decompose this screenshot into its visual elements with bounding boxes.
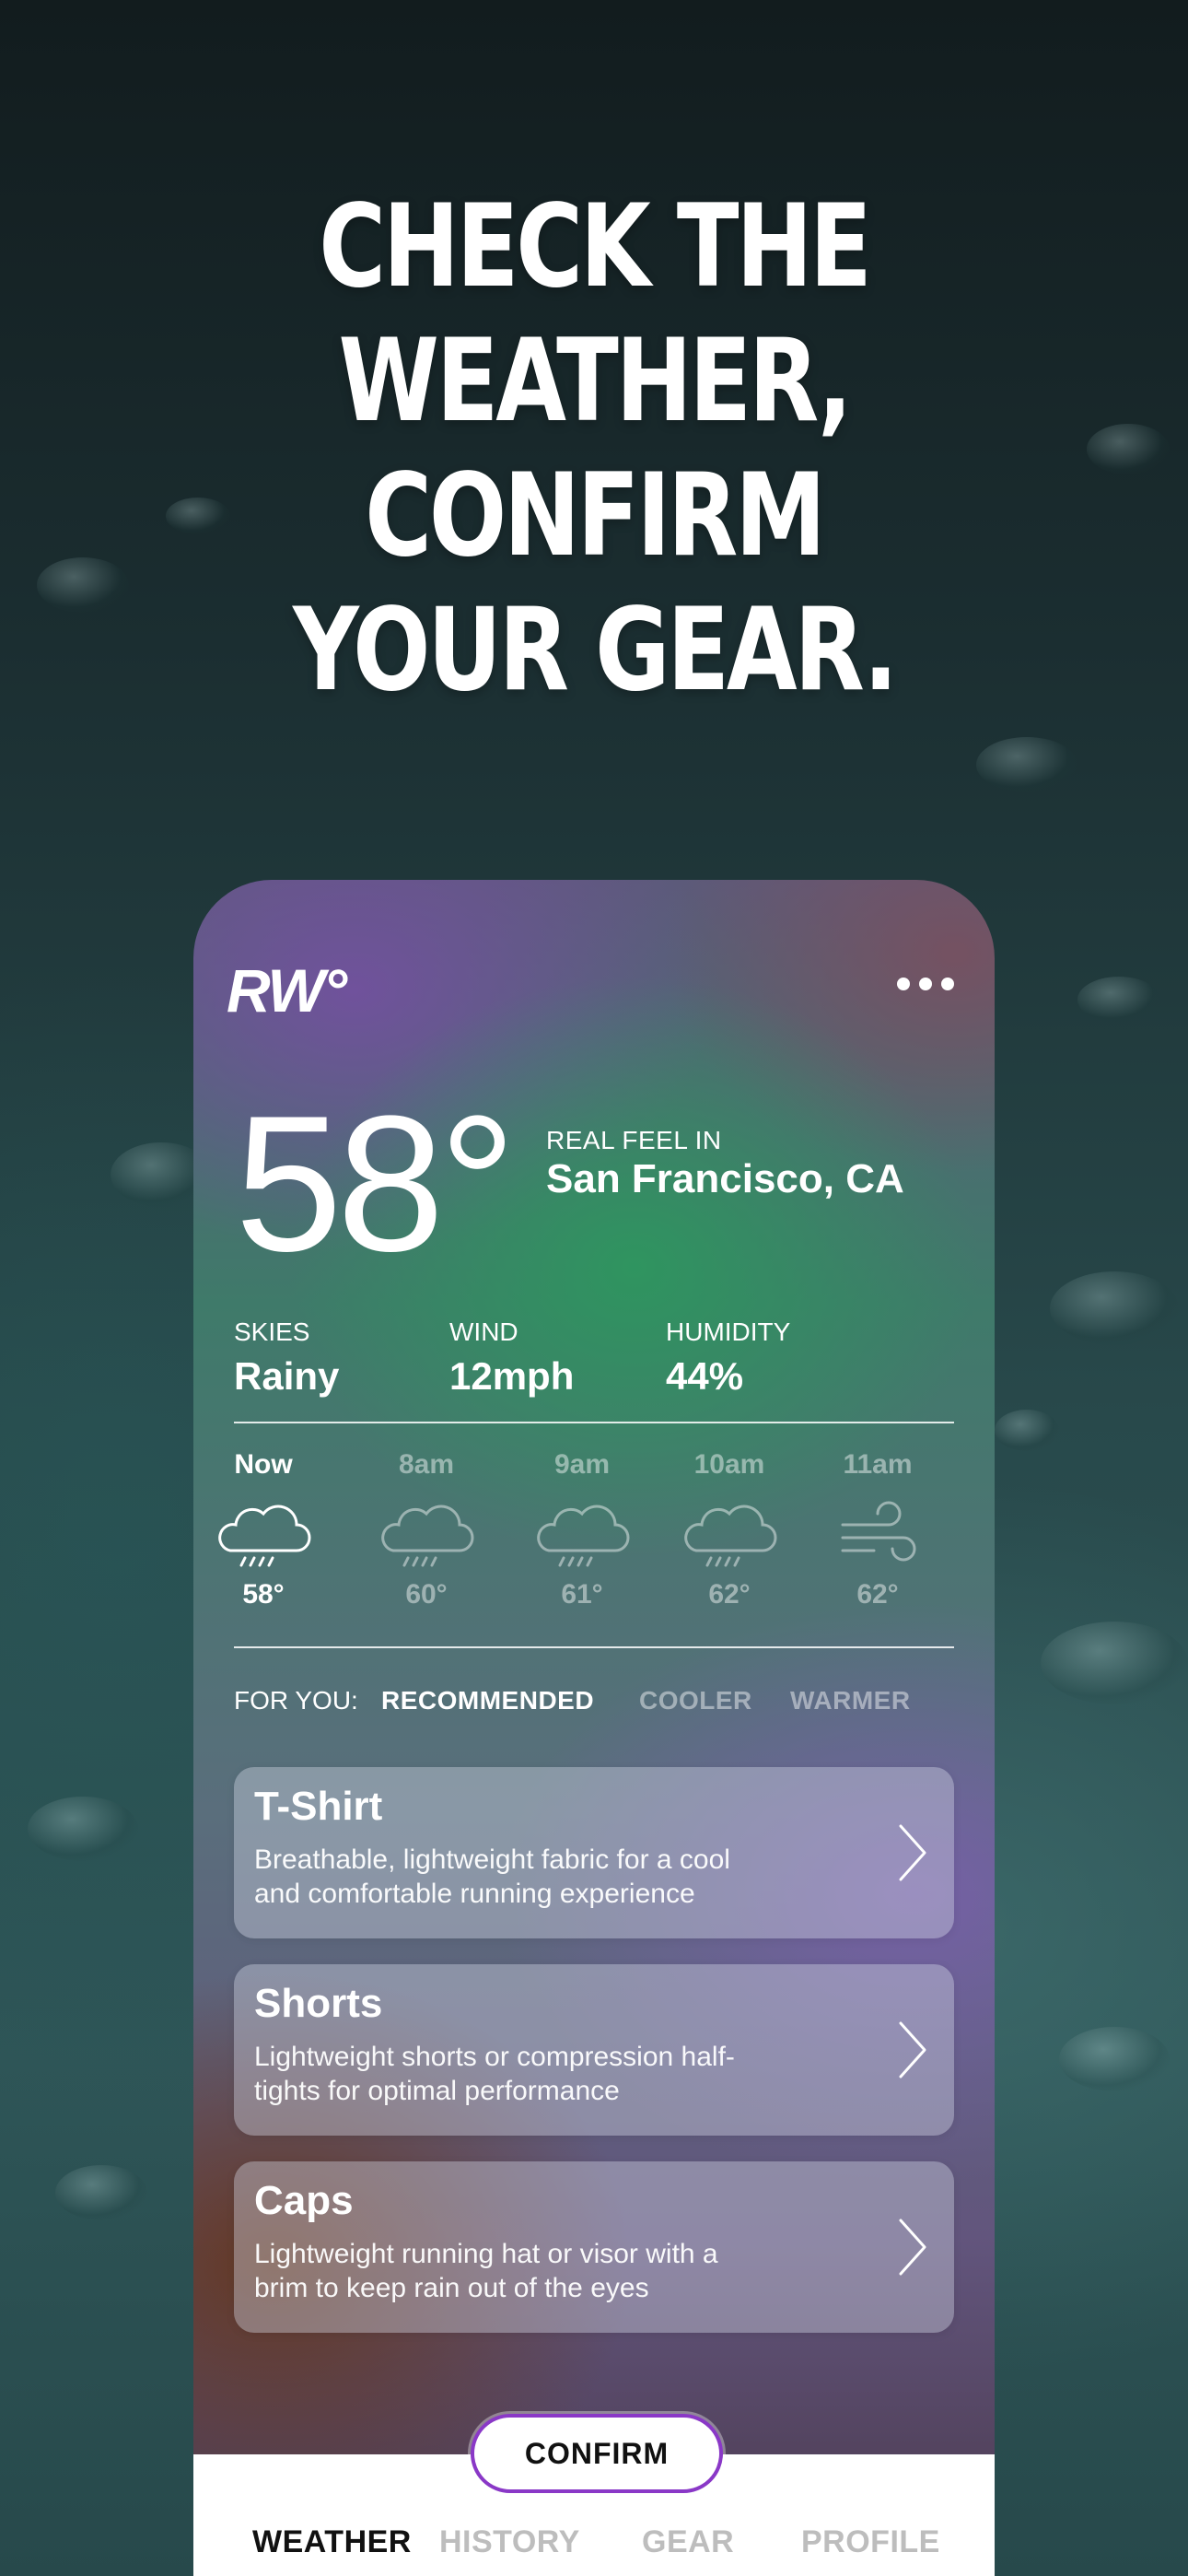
gear-description: Lightweight shorts or compression half- …: [254, 2040, 770, 2108]
hour-time: Now: [234, 1449, 293, 1480]
stat-wind: WIND 12mph: [449, 1317, 574, 1399]
headline-line: YOUR GEAR.: [293, 584, 898, 717]
hero-headline: CHECK THE WEATHER, CONFIRM YOUR GEAR.: [119, 180, 1069, 718]
hour-temp: 58°: [242, 1579, 285, 1610]
rain-cloud-icon: [684, 1505, 777, 1567]
hourly-item-11am[interactable]: 11am 62°: [822, 1449, 933, 1610]
stat-label: WIND: [449, 1317, 518, 1346]
location-name[interactable]: San Francisco, CA: [546, 1156, 904, 1202]
app-logo: RW°: [227, 956, 347, 1025]
headline-line: CONFIRM: [365, 450, 826, 582]
gear-description-line: Lightweight shorts or compression half-: [254, 2042, 735, 2072]
stat-humidity: HUMIDITY 44%: [666, 1317, 790, 1399]
app-screen: RW° 58° REAL FEEL IN San Francisco, CA S…: [193, 880, 995, 2576]
chevron-right-icon: [899, 2021, 926, 2078]
filter-recommended[interactable]: RECOMMENDED: [381, 1686, 594, 1715]
filter-warmer[interactable]: WARMER: [790, 1686, 911, 1715]
hour-time: 8am: [398, 1449, 455, 1480]
gear-title: Shorts: [254, 1981, 383, 2026]
gear-description-line: brim to keep rain out of the eyes: [254, 2273, 649, 2303]
filter-cooler[interactable]: COOLER: [639, 1686, 752, 1715]
wind-icon: [841, 1501, 916, 1562]
gear-title: T-Shirt: [254, 1784, 383, 1829]
hourly-item-now[interactable]: Now 58°: [208, 1449, 319, 1610]
gear-card-caps[interactable]: Caps Lightweight running hat or visor wi…: [234, 2161, 954, 2333]
tab-weather[interactable]: WEATHER: [252, 2524, 412, 2560]
gear-description-line: tights for optimal performance: [254, 2076, 620, 2106]
hourly-item-9am[interactable]: 9am 61°: [527, 1449, 637, 1610]
stat-label: HUMIDITY: [666, 1317, 791, 1346]
chevron-right-icon: [899, 1824, 926, 1881]
stat-value: Rainy: [234, 1354, 340, 1398]
confirm-button[interactable]: CONFIRM: [471, 2414, 723, 2493]
hour-time: 11am: [843, 1449, 913, 1480]
rain-cloud-icon: [537, 1505, 630, 1567]
hourly-item-8am[interactable]: 8am 60°: [371, 1449, 482, 1610]
hour-time: 9am: [553, 1449, 611, 1480]
gear-title: Caps: [254, 2178, 354, 2223]
real-feel-label: REAL FEEL IN: [546, 1126, 722, 1154]
stat-label: SKIES: [234, 1317, 310, 1346]
rain-cloud-icon: [218, 1505, 311, 1567]
tab-history[interactable]: HISTORY: [439, 2524, 580, 2560]
divider: [234, 1422, 954, 1423]
headline-line: CHECK THE: [319, 181, 872, 313]
gear-description-line: Lightweight running hat or visor with a: [254, 2239, 718, 2269]
chevron-right-icon: [899, 2219, 926, 2276]
hour-temp: 60°: [405, 1579, 448, 1610]
gear-description-line: Breathable, lightweight fabric for a coo…: [254, 1844, 730, 1875]
for-you-label: FOR YOU:: [234, 1686, 358, 1715]
stat-skies: SKIES Rainy: [234, 1317, 339, 1399]
gear-description: Lightweight running hat or visor with a …: [254, 2237, 770, 2305]
tab-profile[interactable]: PROFILE: [801, 2524, 940, 2560]
gear-description: Breathable, lightweight fabric for a coo…: [254, 1843, 770, 1911]
divider: [234, 1646, 954, 1648]
gear-card-tshirt[interactable]: T-Shirt Breathable, lightweight fabric f…: [234, 1767, 954, 1938]
gear-card-shorts[interactable]: Shorts Lightweight shorts or compression…: [234, 1964, 954, 2136]
stat-value: 44%: [666, 1354, 744, 1398]
current-temperature: 58°: [235, 1075, 517, 1292]
tab-gear[interactable]: GEAR: [642, 2524, 734, 2560]
more-dots-icon[interactable]: [897, 978, 954, 990]
hourly-item-10am[interactable]: 10am 62°: [674, 1449, 785, 1610]
hour-temp: 62°: [708, 1579, 751, 1610]
headline-line: WEATHER,: [338, 315, 852, 448]
gear-description-line: and comfortable running experience: [254, 1879, 695, 1909]
hour-temp: 62°: [856, 1579, 899, 1610]
hour-temp: 61°: [561, 1579, 603, 1610]
rain-cloud-icon: [381, 1505, 474, 1567]
stat-value: 12mph: [449, 1354, 575, 1398]
hour-time: 10am: [693, 1449, 765, 1480]
